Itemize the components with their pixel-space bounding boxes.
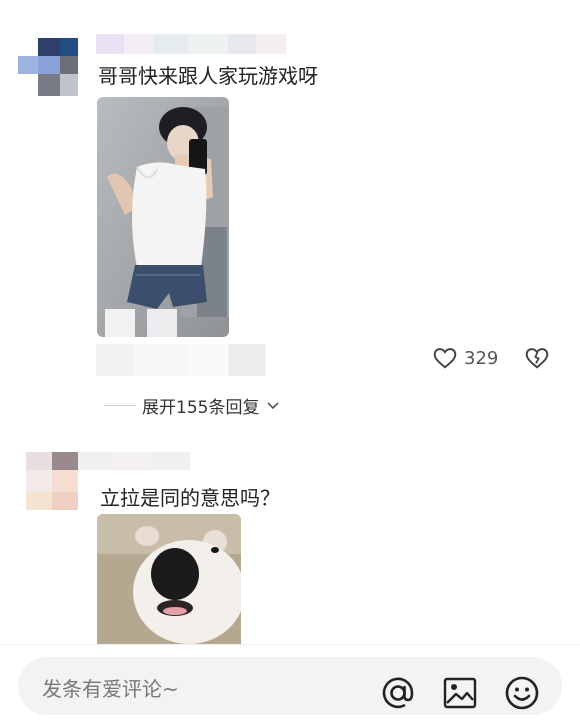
comment-input-placeholder: 发条有爱评论~ — [42, 677, 179, 701]
expand-replies-label: 展开155条回复 — [142, 397, 260, 418]
username-pixelated[interactable] — [96, 30, 296, 58]
comment-text: 立拉是同的意思吗？ — [100, 486, 280, 510]
divider — [104, 404, 136, 406]
comment-text: 哥哥快来跟人家玩游戏呀 — [98, 64, 318, 88]
avatar-pixelated[interactable] — [18, 24, 98, 96]
expand-replies-button[interactable]: 展开155条回复 — [104, 392, 281, 418]
at-icon[interactable] — [380, 675, 416, 711]
broken-heart-icon[interactable] — [524, 344, 550, 372]
comment-composer-bar: 发条有爱评论~ — [0, 644, 580, 720]
timestamp-pixelated — [96, 344, 266, 376]
comment-photo-mirror-selfie[interactable] — [97, 97, 229, 337]
heart-icon — [433, 348, 457, 369]
smiley-icon[interactable] — [504, 675, 540, 711]
comment-input[interactable]: 发条有爱评论~ — [18, 657, 562, 715]
image-icon[interactable] — [442, 675, 478, 711]
comment-photo-dog[interactable] — [97, 514, 241, 644]
chevron-down-icon — [267, 402, 280, 410]
like-count: 329 — [464, 347, 499, 369]
like-button[interactable]: 329 — [432, 344, 498, 372]
